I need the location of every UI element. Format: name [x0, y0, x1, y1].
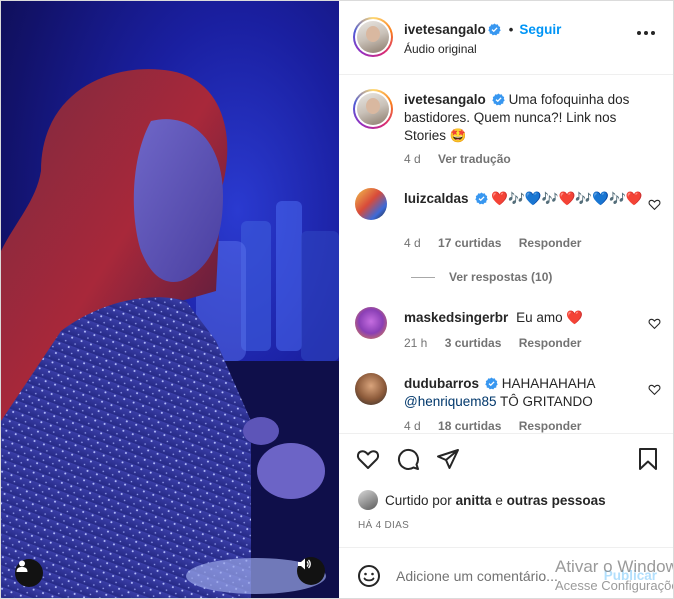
- post-actions: Curtido por anitta e outras pessoas HÁ 4…: [339, 433, 673, 543]
- liked-by-prefix: Curtido por: [385, 492, 452, 508]
- comment-text: HAHAHAHAHA: [501, 376, 596, 391]
- comment-likes[interactable]: 18 curtidas: [438, 419, 501, 433]
- others-link[interactable]: outras pessoas: [507, 493, 606, 508]
- follow-button[interactable]: Seguir: [519, 22, 561, 37]
- comment-text: Eu amo ❤️: [516, 310, 584, 325]
- author-avatar[interactable]: [353, 17, 393, 57]
- comment-time[interactable]: 4 d: [404, 236, 421, 250]
- commenter-username[interactable]: dudubarros: [404, 376, 479, 391]
- liked-by: Curtido por anitta e outras pessoas: [358, 490, 606, 510]
- reply-button[interactable]: Responder: [519, 336, 582, 350]
- video-frame-illustration: [1, 69, 339, 598]
- reel-video[interactable]: [1, 1, 339, 598]
- comment-time[interactable]: 4 d: [404, 419, 421, 433]
- more-icon: [637, 31, 641, 35]
- liker-username[interactable]: anitta: [456, 493, 492, 508]
- more-options-button[interactable]: [637, 31, 655, 35]
- view-replies-label: Ver respostas (10): [449, 270, 553, 284]
- caption-time[interactable]: 4 d: [404, 152, 421, 166]
- verified-icon: [485, 377, 498, 390]
- view-replies-button[interactable]: Ver respostas (10): [411, 270, 552, 284]
- verified-icon: [474, 192, 488, 205]
- comment-icon[interactable]: [396, 447, 420, 471]
- emoji-icon[interactable]: [357, 564, 381, 588]
- caption-avatar[interactable]: [353, 89, 393, 129]
- commenter-username[interactable]: maskedsingerbr: [404, 310, 508, 325]
- comment-composer: Adicione um comentário... Publicar: [339, 547, 673, 598]
- heart-icon[interactable]: [356, 447, 380, 471]
- publish-button[interactable]: Publicar: [604, 568, 657, 583]
- reply-button[interactable]: Responder: [519, 419, 582, 433]
- tagged-users-button[interactable]: [15, 559, 43, 587]
- comment-text: ❤️🎶💙🎶❤️🎶💙🎶❤️: [491, 191, 643, 206]
- comment-likes[interactable]: 17 curtidas: [438, 236, 501, 250]
- see-translation-button[interactable]: Ver tradução: [438, 152, 511, 166]
- commenter-avatar[interactable]: [355, 373, 387, 405]
- user-mention-link[interactable]: @henriquem85: [404, 394, 497, 409]
- caption-username[interactable]: ivetesangalo: [404, 92, 486, 107]
- replies-divider: [411, 276, 435, 278]
- speaker-icon: [298, 558, 311, 570]
- comment-text-continued: TÔ GRITANDO: [500, 394, 593, 409]
- user-icon: [16, 560, 28, 572]
- commenter-username[interactable]: luizcaldas: [404, 191, 469, 206]
- like-comment-heart-icon[interactable]: [648, 198, 661, 211]
- separator-dot: •: [508, 22, 514, 37]
- share-icon[interactable]: [436, 447, 460, 471]
- verified-icon: [492, 93, 505, 106]
- audio-label[interactable]: Áudio original: [404, 42, 477, 56]
- verified-icon: [488, 23, 501, 36]
- comment-input[interactable]: Adicione um comentário...: [396, 568, 558, 584]
- comments-list[interactable]: ivetesangalo Uma fofoquinha dos bastidor…: [339, 75, 673, 433]
- like-comment-heart-icon[interactable]: [648, 383, 661, 396]
- post-panel: ivetesangalo • Seguir Áudio original ive…: [339, 1, 673, 598]
- post-header: ivetesangalo • Seguir Áudio original: [339, 1, 673, 75]
- like-comment-heart-icon[interactable]: [648, 317, 661, 330]
- comment-time[interactable]: 21 h: [404, 336, 427, 350]
- post-dialog: ivetesangalo • Seguir Áudio original ive…: [0, 0, 674, 599]
- post-date[interactable]: HÁ 4 DIAS: [358, 520, 409, 531]
- commenter-avatar[interactable]: [355, 188, 387, 220]
- commenter-avatar[interactable]: [355, 307, 387, 339]
- liked-by-connector: e: [495, 492, 503, 508]
- reply-button[interactable]: Responder: [519, 236, 582, 250]
- author-username[interactable]: ivetesangalo: [404, 22, 486, 37]
- liker-avatar[interactable]: [358, 490, 378, 510]
- bookmark-icon[interactable]: [636, 447, 660, 471]
- audio-toggle-button[interactable]: [297, 557, 325, 585]
- comment-likes[interactable]: 3 curtidas: [445, 336, 502, 350]
